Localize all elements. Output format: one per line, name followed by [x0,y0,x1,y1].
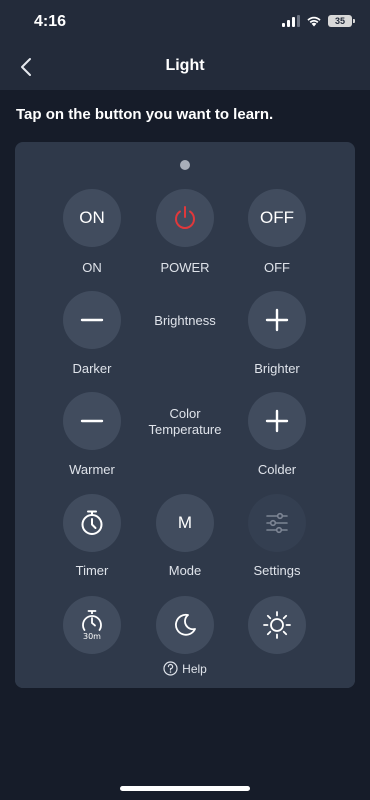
brightness-group-label: Brightness [154,313,216,328]
home-indicator [120,786,250,791]
on-button[interactable]: ON [63,189,121,247]
timer-button[interactable] [63,494,121,552]
timer-30m-button[interactable]: 30m [63,596,121,654]
help-circle-icon [163,661,178,676]
page-title: Light [165,57,205,74]
on-button-text: ON [79,208,105,227]
plus-icon [265,308,289,332]
off-label: OFF [264,260,290,275]
off-button[interactable]: OFF [248,189,306,247]
moon-icon [175,613,196,636]
sun-button[interactable] [248,596,306,654]
help-label: Help [182,661,207,676]
mode-button-text: M [177,513,193,532]
settings-label: Settings [253,563,301,578]
nav-bar: Light [0,44,370,90]
color-temp-label-line1: Color [169,406,201,421]
power-icon [175,206,195,229]
help-link[interactable]: Help [15,661,355,676]
settings-button[interactable] [248,494,306,552]
status-icons: 35 [282,15,355,27]
brighter-label: Brighter [254,361,300,376]
colder-label: Colder [257,462,297,477]
timer-icon [81,510,103,535]
darker-button[interactable] [63,291,121,349]
sun-icon [263,611,291,639]
mode-button[interactable]: M [156,494,214,552]
remote-panel: ON ON POWER OFF OFF Darker Brightness Br… [15,142,355,688]
power-button[interactable] [156,189,214,247]
timer-30m-badge: 30m [83,632,101,641]
night-light-button[interactable] [156,596,214,654]
status-time: 4:16 [34,13,67,30]
wifi-icon [307,16,321,27]
page-indicator-dot [180,160,190,170]
warmer-label: Warmer [69,462,115,477]
plus-icon [265,409,289,433]
colder-button[interactable] [248,392,306,450]
sliders-icon [266,512,288,534]
darker-label: Darker [72,361,112,376]
instruction-text: Tap on the button you want to learn. [16,106,274,123]
battery-indicator: 35 [328,15,355,27]
cellular-signal-icon [282,15,300,27]
off-button-text: OFF [260,208,294,227]
status-bar: 4:16 35 [0,0,370,44]
color-temp-label-line2: Temperature [148,422,222,437]
color-temperature-group-label: Color Temperature [125,406,245,438]
warmer-button[interactable] [63,392,121,450]
brighter-button[interactable] [248,291,306,349]
minus-icon [80,419,104,423]
timer-30m-icon: 30m [82,610,102,641]
minus-icon [80,318,104,322]
